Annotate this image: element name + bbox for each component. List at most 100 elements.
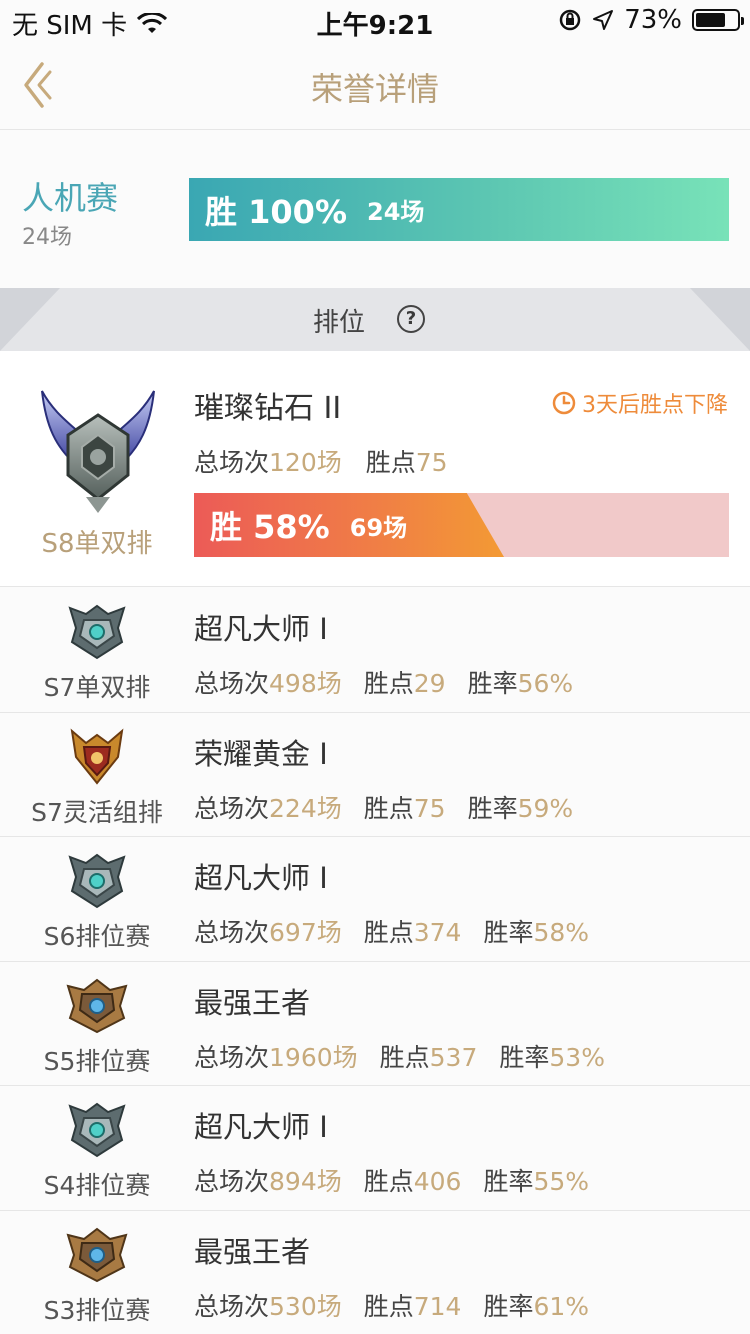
season-history-row[interactable]: S5排位赛 最强王者总场次1960场 胜点537 胜率53% [0, 961, 750, 1086]
points-value: 537 [429, 1042, 478, 1072]
current-season-card[interactable]: S8单双排 璀璨钻石 II 3天后胜点下降 总场次120场 胜点75 胜 58% … [0, 351, 750, 587]
total-games-label: 总场次 [194, 1291, 270, 1321]
points-label: 胜点 [363, 1167, 414, 1196]
nav-bar: 荣誉详情 [0, 40, 750, 130]
total-games-value: 530场 [269, 1291, 342, 1321]
season-stats: 总场次224场 胜点75 胜率59% [194, 789, 573, 825]
season-label: S6排位赛 [43, 922, 151, 951]
rank-name: 超凡大师 I [194, 1110, 328, 1144]
rank-name: 最强王者 [194, 985, 311, 1020]
points-label: 胜点 [365, 448, 416, 477]
point-decay-warning: 3天后胜点下降 [552, 387, 728, 419]
season-history-row[interactable]: S4排位赛 超凡大师 I 总场次894场 胜点406 胜率55% [0, 1086, 750, 1211]
total-games-value: 224场 [269, 793, 342, 823]
season-label: S7单双排 [43, 673, 151, 702]
bot-win-bar: 胜 100% 24场 [189, 178, 729, 241]
points-label: 胜点 [363, 793, 414, 823]
season-history-list: S7单双排 超凡大师 I 总场次498场 胜点29 胜率56% S7灵活组排 荣耀黄金 I总… [0, 588, 750, 1334]
clock-icon [552, 391, 576, 415]
win-rate-label: 胜率 [483, 918, 534, 947]
win-rate-label: 胜率 [499, 1042, 550, 1072]
current-win-bar: 胜 58% 69场 [194, 493, 729, 557]
total-games-value: 894场 [269, 1167, 342, 1196]
season-label: S7灵活组排 [31, 797, 163, 827]
points-label: 胜点 [363, 669, 414, 698]
season-stats: 总场次498场 胜点29 胜率56% [194, 664, 573, 700]
points-label: 胜点 [379, 1042, 430, 1072]
orientation-lock-icon [559, 9, 581, 31]
current-season-stats: 总场次120场 胜点75 [194, 443, 448, 479]
bot-match-title: 人机赛 [22, 179, 119, 217]
current-win-count: 69场 [349, 513, 408, 542]
points-label: 胜点 [363, 918, 414, 947]
current-win-bar-fill: 胜 58% 69场 [194, 493, 504, 557]
current-season-label: S8单双排 [41, 529, 153, 559]
win-rate-label: 胜率 [483, 1167, 534, 1196]
season-label: S4排位赛 [43, 1171, 151, 1200]
win-rate-value: 59% [517, 793, 574, 823]
challenger-rank-badge-icon [66, 1225, 128, 1283]
status-bar: 无 SIM 卡 上午9:21 73% [0, 0, 750, 41]
location-arrow-icon [593, 10, 614, 30]
points-value: 714 [413, 1291, 462, 1321]
bot-match-count: 24场 [22, 225, 72, 250]
season-history-row[interactable]: S7单双排 超凡大师 I 总场次498场 胜点29 胜率56% [0, 588, 750, 713]
diamond-rank-badge-icon [41, 390, 155, 513]
points-value: 75 [413, 793, 446, 823]
season-history-row[interactable]: S7灵活组排 荣耀黄金 I 总场次224场 胜点75 胜率59% [0, 712, 750, 837]
season-stats: 总场次894场 胜点406 胜率55% [194, 1162, 589, 1198]
total-games-label: 总场次 [194, 793, 270, 823]
current-win-rate: 胜 58% [210, 508, 330, 546]
page-title: 荣誉详情 [310, 70, 439, 108]
season-stats: 总场次1960场 胜点537 胜率53% [194, 1038, 605, 1074]
status-right: 73% [558, 5, 744, 35]
points-label: 胜点 [363, 1291, 414, 1321]
total-games-label: 总场次 [194, 669, 270, 698]
ranked-section-header: 排位 ? [0, 288, 750, 351]
season-stats: 总场次530场 胜点714 胜率61% [194, 1287, 589, 1323]
points-value: 75 [415, 448, 448, 477]
total-games-label: 总场次 [194, 918, 270, 947]
total-games-value: 120场 [269, 448, 342, 477]
battery-fill [696, 13, 726, 27]
battery-percent: 73% [624, 5, 682, 35]
win-rate-label: 胜率 [483, 1291, 534, 1321]
master-rank-badge-icon [66, 1100, 128, 1158]
rank-name: 超凡大师 I [194, 861, 328, 895]
total-games-label: 总场次 [194, 448, 270, 477]
season-stats: 总场次697场 胜点374 胜率58% [194, 913, 589, 949]
master-rank-badge-icon [66, 851, 128, 909]
win-rate-label: 胜率 [467, 669, 518, 698]
season-history-row[interactable]: S3排位赛 最强王者总场次530场 胜点714 胜率61% [0, 1210, 750, 1334]
win-rate-label: 胜率 [467, 793, 518, 823]
season-label: S5排位赛 [43, 1046, 151, 1076]
points-value: 374 [413, 918, 462, 947]
bot-win-count: 24场 [367, 198, 425, 226]
bot-match-section: 人机赛 24场 胜 100% 24场 [0, 131, 750, 288]
ranked-header-label: 排位 [312, 308, 365, 338]
rank-name: 最强王者 [194, 1234, 311, 1269]
total-games-label: 总场次 [194, 1167, 270, 1196]
win-rate-value: 53% [549, 1042, 605, 1072]
master-rank-badge-icon [66, 602, 128, 660]
season-label: S3排位赛 [43, 1295, 151, 1325]
total-games-value: 697场 [269, 918, 342, 947]
season-history-row[interactable]: S6排位赛 超凡大师 I 总场次697场 胜点374 胜率58% [0, 837, 750, 962]
battery-icon [692, 9, 744, 31]
total-games-value: 1960场 [269, 1042, 358, 1072]
battery-cap [741, 17, 744, 25]
bot-win-rate: 胜 100% [205, 192, 348, 231]
current-rank-name: 璀璨钻石 II [194, 391, 342, 426]
total-games-value: 498场 [269, 669, 342, 698]
points-value: 406 [413, 1167, 462, 1196]
rank-name: 荣耀黄金 I [194, 736, 328, 771]
points-value: 29 [413, 669, 446, 698]
total-games-label: 总场次 [194, 1042, 270, 1072]
gold-rank-badge-icon [66, 727, 128, 785]
win-rate-value: 56% [517, 669, 574, 698]
win-rate-value: 58% [533, 918, 590, 947]
help-icon[interactable]: ? [397, 305, 425, 333]
win-rate-value: 61% [533, 1291, 590, 1321]
rank-name: 超凡大师 I [194, 612, 328, 646]
challenger-rank-badge-icon [66, 976, 128, 1034]
